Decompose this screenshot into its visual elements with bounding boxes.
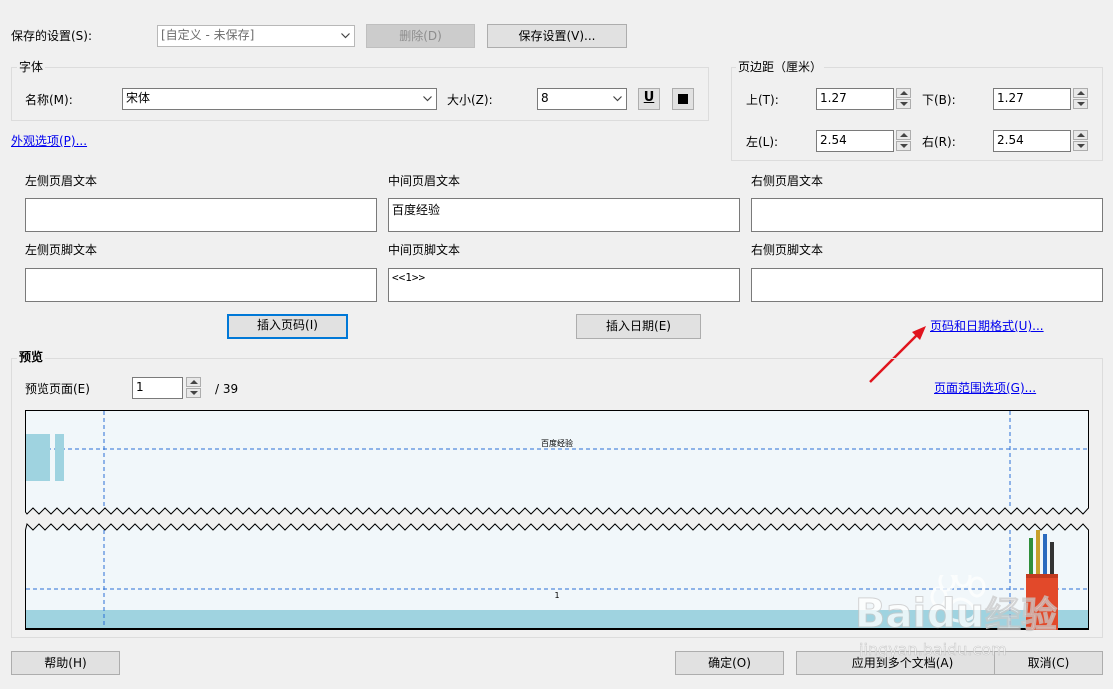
page-range-options-link[interactable]: 页面范围选项(G)...: [934, 381, 1036, 395]
ok-button[interactable]: 确定(O): [675, 651, 784, 675]
save-settings-button[interactable]: 保存设置(V)...: [487, 24, 627, 48]
spin-down-icon[interactable]: [186, 388, 201, 398]
spin-down-icon[interactable]: [896, 99, 911, 109]
margin-top-spinner[interactable]: [896, 88, 911, 110]
left-footer-input[interactable]: [25, 268, 377, 302]
appearance-options-link[interactable]: 外观选项(P)...: [11, 134, 87, 148]
chevron-down-icon: [337, 26, 354, 46]
preview-footer-pane: 1: [25, 520, 1089, 630]
center-footer-label: 中间页脚文本: [388, 243, 461, 257]
margin-left-spinner[interactable]: [896, 130, 911, 152]
center-footer-input[interactable]: <<1>>: [388, 268, 740, 302]
margin-bottom-spinner[interactable]: [1073, 88, 1088, 110]
chevron-down-icon: [419, 89, 436, 109]
preview-header-text: 百度经验: [541, 439, 573, 448]
left-footer-label: 左侧页脚文本: [25, 243, 98, 257]
preview-footer-text: 1: [554, 591, 560, 600]
font-size-value: 8: [541, 91, 549, 105]
left-header-input[interactable]: [25, 198, 377, 232]
margin-bottom-label: 下(B):: [922, 93, 956, 107]
font-name-label: 名称(M):: [25, 93, 73, 107]
margins-group-title: 页边距（厘米）: [736, 60, 825, 74]
spin-up-icon[interactable]: [1073, 88, 1088, 98]
center-footer-value: <<1>>: [392, 271, 426, 284]
underline-icon: U: [643, 90, 655, 105]
spin-up-icon[interactable]: [186, 377, 201, 387]
spin-down-icon[interactable]: [1073, 141, 1088, 151]
saved-settings-label: 保存的设置(S):: [11, 29, 93, 43]
page-date-format-link[interactable]: 页码和日期格式(U)...: [930, 319, 1044, 333]
right-footer-input[interactable]: [751, 268, 1103, 302]
saved-settings-select[interactable]: [自定义 - 未保存]: [157, 25, 355, 47]
preview-header-pane: 百度经验: [25, 410, 1089, 516]
spin-down-icon[interactable]: [896, 141, 911, 151]
right-header-label: 右侧页眉文本: [751, 174, 824, 188]
margin-top-input[interactable]: 1.27: [816, 88, 894, 110]
spin-up-icon[interactable]: [1073, 130, 1088, 140]
font-color-button[interactable]: [672, 88, 694, 110]
center-header-input[interactable]: 百度经验: [388, 198, 740, 232]
margin-top-label: 上(T):: [746, 93, 779, 107]
font-name-value: 宋体: [126, 91, 151, 105]
cancel-button[interactable]: 取消(C): [994, 651, 1103, 675]
center-header-label: 中间页眉文本: [388, 174, 461, 188]
margin-right-input[interactable]: 2.54: [993, 130, 1071, 152]
preview-group-title: 预览: [17, 350, 46, 364]
font-group-title: 字体: [17, 60, 46, 74]
saved-settings-value: [自定义 - 未保存]: [161, 28, 255, 42]
margin-left-label: 左(L):: [746, 135, 779, 149]
margin-right-label: 右(R):: [922, 135, 956, 149]
help-button[interactable]: 帮助(H): [11, 651, 120, 675]
apply-to-multiple-button[interactable]: 应用到多个文档(A): [796, 651, 1009, 675]
right-header-input[interactable]: [751, 198, 1103, 232]
spin-up-icon[interactable]: [896, 130, 911, 140]
preview-page-total: / 39: [215, 382, 239, 396]
color-swatch-icon: [678, 94, 688, 104]
preview-page-label: 预览页面(E): [25, 382, 90, 396]
margin-left-input[interactable]: 2.54: [816, 130, 894, 152]
chevron-down-icon: [609, 89, 626, 109]
preview-page-spinner[interactable]: [186, 377, 201, 399]
font-name-select[interactable]: 宋体: [122, 88, 437, 110]
left-header-label: 左侧页眉文本: [25, 174, 98, 188]
spin-down-icon[interactable]: [1073, 99, 1088, 109]
margin-bottom-input[interactable]: 1.27: [993, 88, 1071, 110]
spin-up-icon[interactable]: [896, 88, 911, 98]
font-size-label: 大小(Z):: [447, 93, 493, 107]
pencil-cup-icon: [1026, 530, 1058, 630]
center-header-value: 百度经验: [392, 203, 441, 217]
underline-button[interactable]: U: [638, 88, 660, 110]
right-footer-label: 右侧页脚文本: [751, 243, 824, 257]
delete-button[interactable]: 删除(D): [366, 24, 475, 48]
preview-page-input[interactable]: 1: [132, 377, 183, 399]
font-size-select[interactable]: 8: [537, 88, 627, 110]
insert-date-button[interactable]: 插入日期(E): [576, 314, 701, 339]
insert-page-number-button[interactable]: 插入页码(I): [227, 314, 348, 339]
margin-right-spinner[interactable]: [1073, 130, 1088, 152]
